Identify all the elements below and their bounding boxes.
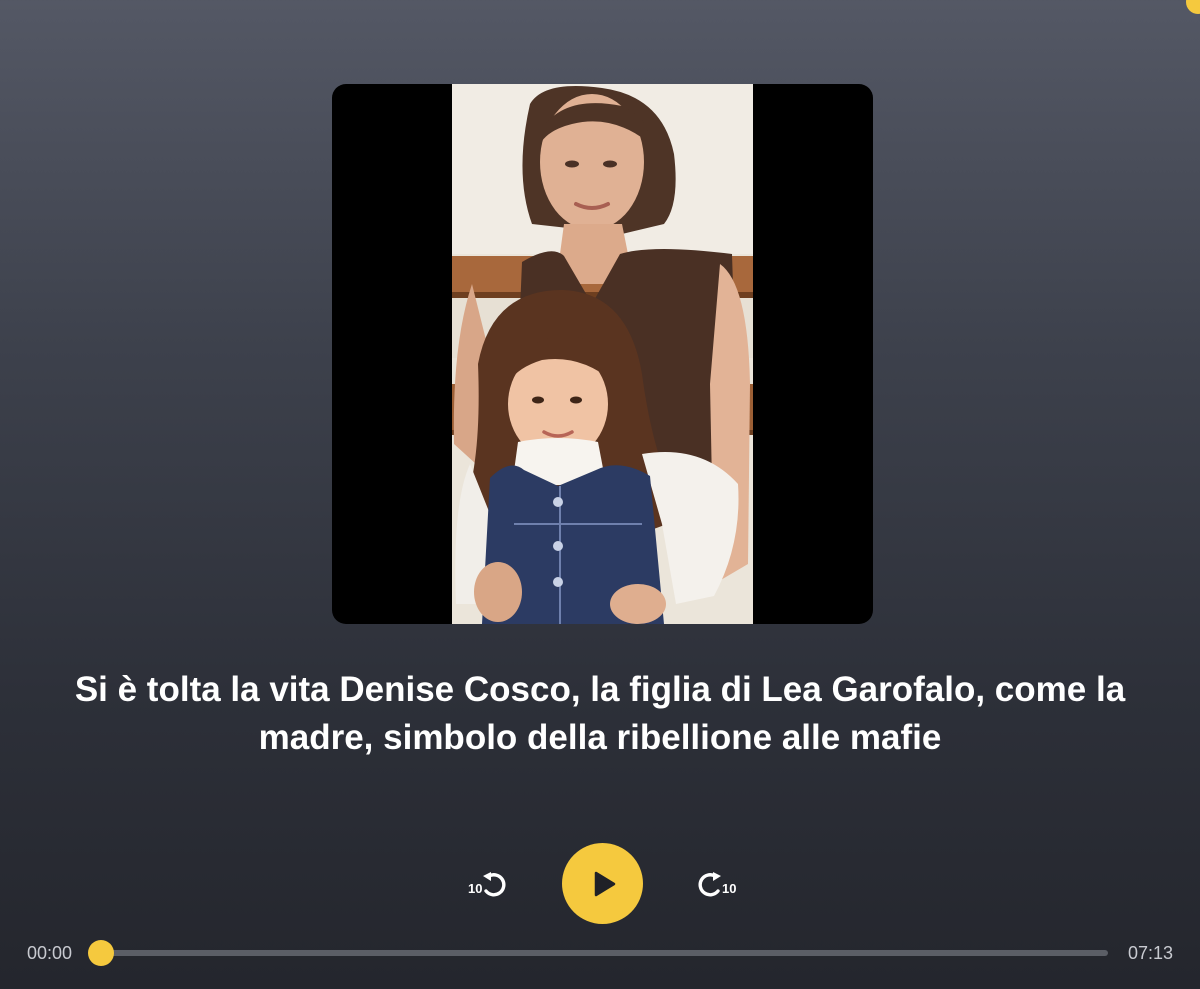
skip-forward-label: 10 [722, 881, 737, 896]
progress-bar-section: 00:00 07:13 [0, 936, 1200, 970]
progress-thumb[interactable] [88, 940, 114, 966]
skip-forward-button[interactable]: 10 [690, 862, 740, 908]
total-time: 07:13 [1128, 943, 1174, 963]
notification-dot [1186, 0, 1200, 14]
skip-back-button[interactable]: 10 [464, 862, 514, 908]
play-icon [594, 871, 616, 897]
forward-10-icon [698, 872, 721, 897]
artwork-photo [452, 84, 753, 624]
rewind-10-icon [483, 872, 506, 897]
playback-controls: 10 10 [0, 840, 1200, 930]
progress-track[interactable] [100, 950, 1108, 956]
episode-artwork [332, 84, 873, 624]
play-button[interactable] [562, 843, 643, 924]
current-time: 00:00 [27, 943, 73, 963]
photo-illustration [452, 84, 753, 624]
episode-title: Si è tolta la vita Denise Cosco, la figl… [74, 670, 1126, 757]
skip-back-label: 10 [468, 881, 483, 896]
